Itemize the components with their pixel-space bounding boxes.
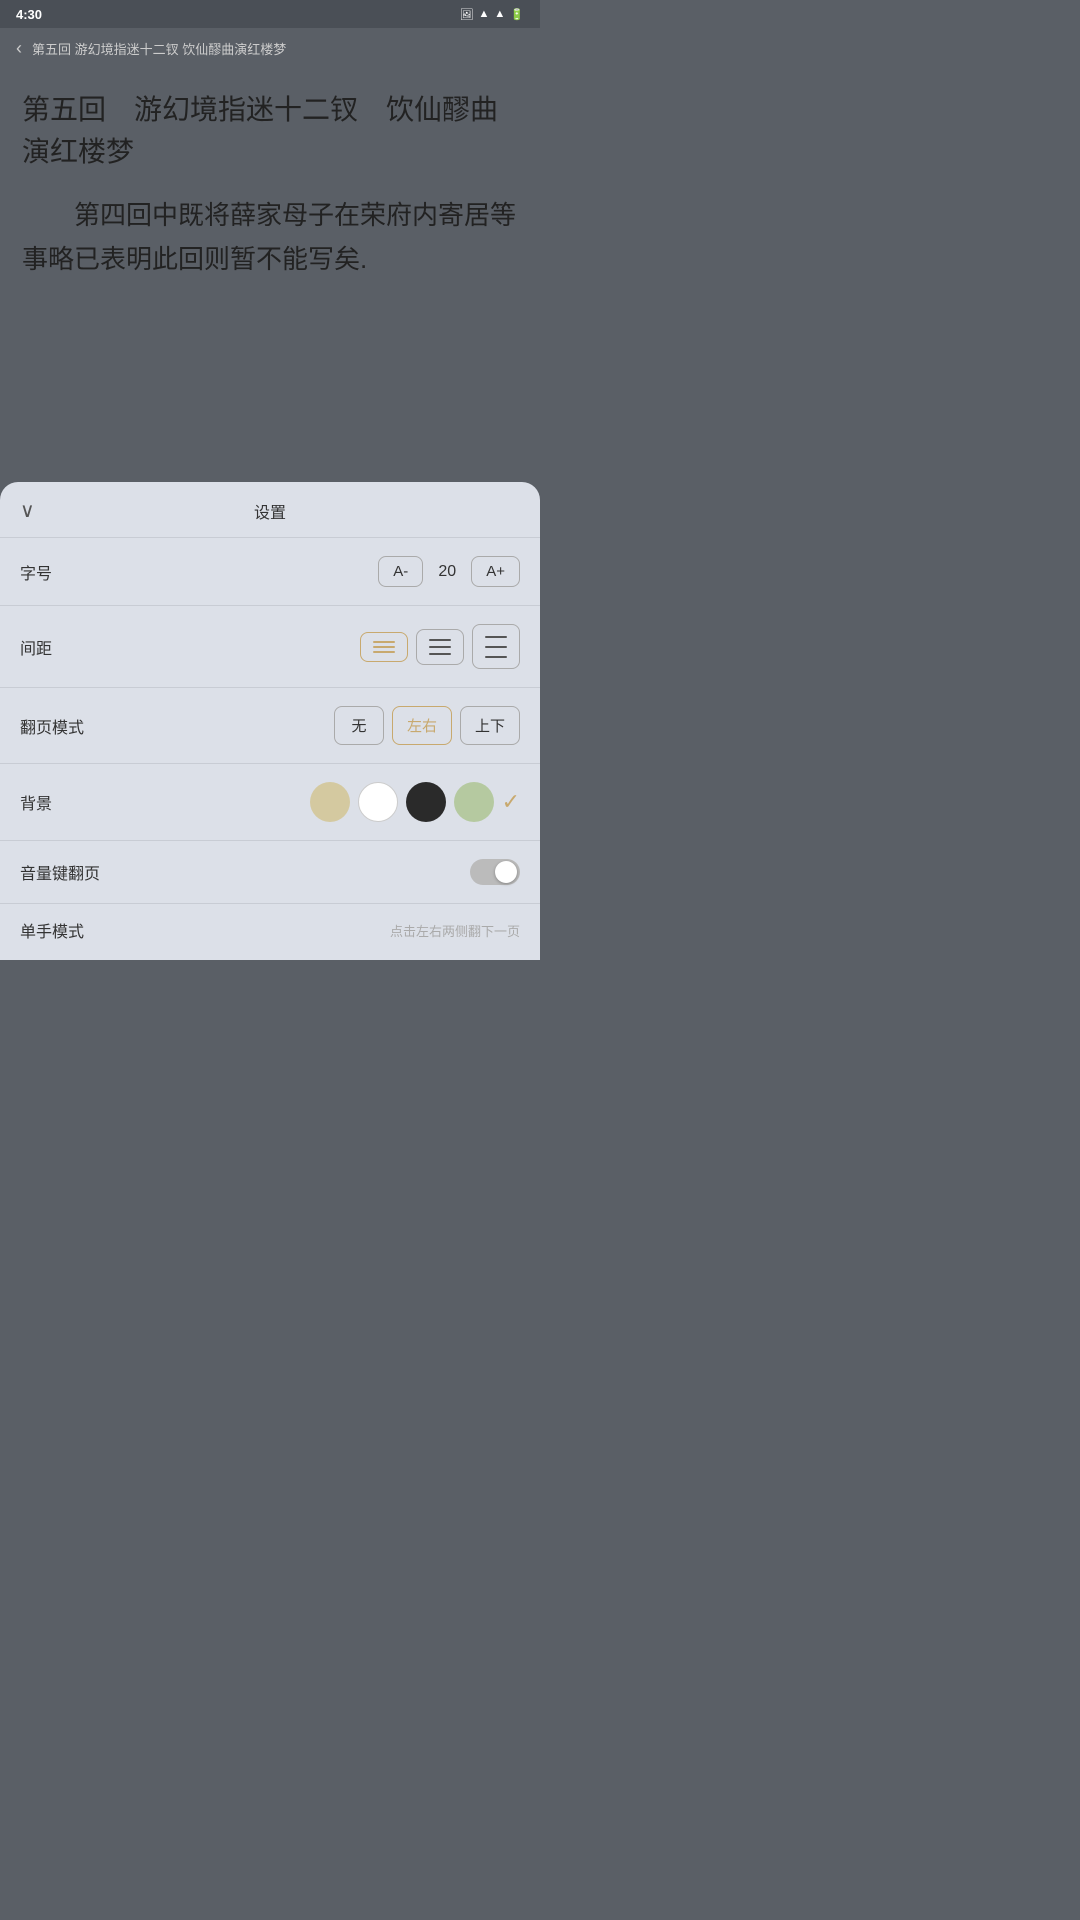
font-size-label: 字号 (20, 560, 378, 584)
font-size-value: 20 (431, 563, 463, 581)
toggle-knob (495, 861, 517, 883)
line3 (429, 653, 451, 655)
chapter-title: 第五回 游幻境指迷十二钗 饮仙醪曲演红楼梦 (22, 89, 518, 173)
settings-header: ∨ 设置 (0, 482, 540, 538)
bg-beige-button[interactable] (310, 782, 350, 822)
line1 (429, 639, 451, 641)
wifi-icon: ▲ (479, 8, 490, 20)
spacing-label: 间距 (20, 635, 360, 659)
line2 (429, 646, 451, 648)
font-increase-button[interactable]: A+ (471, 556, 520, 587)
bg-white-button[interactable] (358, 782, 398, 822)
bg-checkmark: ✓ (502, 789, 520, 815)
font-size-controls: A- 20 A+ (378, 556, 520, 587)
line1 (373, 641, 395, 643)
reading-area: 第五回 游幻境指迷十二钗 饮仙醪曲演红楼梦 第四回中既将薛家母子在荣府内寄居等事… (0, 69, 540, 291)
status-time: 4:30 (16, 7, 42, 22)
mode-ud-button[interactable]: 上下 (460, 706, 520, 745)
background-label: 背景 (20, 790, 310, 814)
one-hand-hint: 点击左右两侧翻下一页 (390, 921, 520, 940)
status-icons: 🖼 ▲ ▲ 🔋 (460, 8, 524, 21)
spacing-compact-button[interactable] (360, 632, 408, 662)
volume-key-row: 音量键翻页 (0, 841, 540, 904)
nav-bar: ‹ 第五回 游幻境指迷十二钗 饮仙醪曲演红楼梦 (0, 28, 540, 69)
line2 (373, 646, 395, 648)
background-controls: ✓ (310, 782, 520, 822)
bg-black-button[interactable] (406, 782, 446, 822)
volume-key-toggle[interactable] (470, 859, 520, 885)
font-size-row: 字号 A- 20 A+ (0, 538, 540, 606)
line3 (485, 656, 507, 658)
signal-icon: ▲ (494, 8, 505, 20)
spacing-medium-button[interactable] (416, 629, 464, 665)
image-icon: 🖼 (460, 8, 474, 21)
volume-key-label: 音量键翻页 (20, 860, 470, 884)
font-decrease-button[interactable]: A- (378, 556, 423, 587)
background-row: 背景 ✓ (0, 764, 540, 841)
page-mode-label: 翻页模式 (20, 714, 334, 738)
page-mode-controls: 无 左右 上下 (334, 706, 520, 745)
back-button[interactable]: ‹ (16, 38, 22, 59)
spacing-controls (360, 624, 520, 669)
line2 (485, 646, 507, 648)
page-mode-row: 翻页模式 无 左右 上下 (0, 688, 540, 764)
line1 (485, 636, 507, 638)
bg-green-button[interactable] (454, 782, 494, 822)
nav-title: 第五回 游幻境指迷十二钗 饮仙醪曲演红楼梦 (32, 39, 524, 58)
status-bar: 4:30 🖼 ▲ ▲ 🔋 (0, 0, 540, 28)
collapse-button[interactable]: ∨ (20, 498, 35, 523)
spacing-large-button[interactable] (472, 624, 520, 669)
mode-lr-button[interactable]: 左右 (392, 706, 452, 745)
chapter-body: 第四回中既将薛家母子在荣府内寄居等事略已表明此回则暂不能写矣. (22, 193, 518, 281)
one-hand-label: 单手模式 (20, 918, 390, 942)
battery-icon: 🔋 (510, 8, 524, 21)
settings-title: 设置 (254, 499, 286, 523)
settings-panel: ∨ 设置 字号 A- 20 A+ 间距 (0, 482, 540, 960)
spacing-row: 间距 (0, 606, 540, 688)
one-hand-row: 单手模式 点击左右两侧翻下一页 (0, 904, 540, 952)
line3 (373, 651, 395, 653)
mode-none-button[interactable]: 无 (334, 706, 384, 745)
